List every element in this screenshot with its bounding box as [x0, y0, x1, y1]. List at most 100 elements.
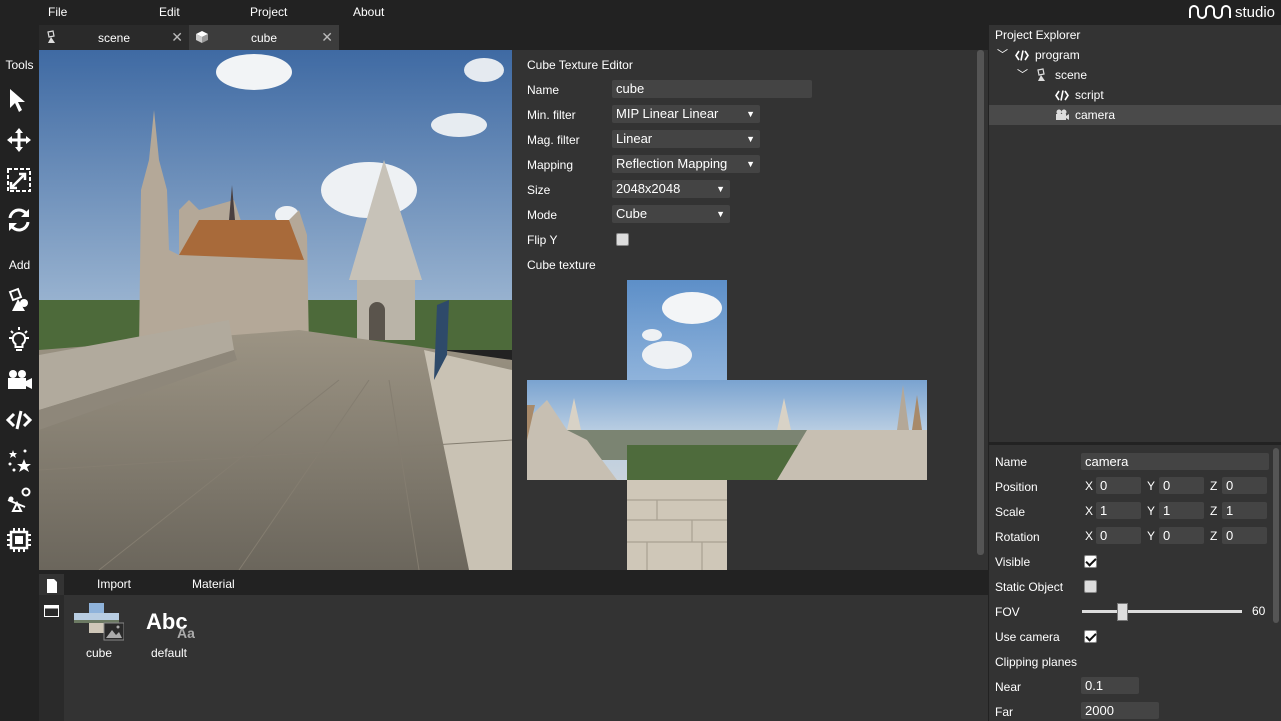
- axis-y-label: Y: [1147, 504, 1156, 518]
- add-light-button[interactable]: [4, 325, 34, 355]
- tree-label: program: [1035, 48, 1080, 62]
- camera-icon: [1056, 109, 1069, 120]
- fov-slider-thumb[interactable]: [1117, 603, 1128, 621]
- near-input[interactable]: 0.1: [1081, 677, 1139, 694]
- min-filter-label: Min. filter: [527, 108, 576, 122]
- chevron-down-icon: ▼: [746, 109, 755, 119]
- name-input[interactable]: cube: [612, 80, 812, 98]
- asset-item-default[interactable]: Abc Aa default: [144, 603, 195, 663]
- axis-z-label: Z: [1210, 504, 1218, 518]
- scale-tool-button[interactable]: [4, 165, 34, 195]
- lightbulb-icon: [9, 327, 29, 351]
- menu-edit[interactable]: Edit: [159, 5, 180, 19]
- tools-heading: Tools: [5, 58, 34, 72]
- chevron-down-icon: ▼: [746, 134, 755, 144]
- asset-label: default: [150, 646, 188, 660]
- position-x-input[interactable]: 0: [1096, 477, 1141, 494]
- tab-label: cube: [250, 30, 278, 45]
- rotation-x-input[interactable]: 0: [1096, 527, 1141, 544]
- chevron-down-icon[interactable]: ﹀: [997, 45, 1008, 65]
- mapping-select[interactable]: Reflection Mapping ▼: [612, 155, 760, 173]
- inspector-scrollbar[interactable]: [1273, 448, 1279, 623]
- window-icon[interactable]: [44, 605, 59, 617]
- static-object-checkbox[interactable]: [1084, 580, 1097, 593]
- mapping-value: Reflection Mapping: [616, 156, 728, 171]
- far-input[interactable]: 2000: [1081, 702, 1159, 719]
- mag-filter-select[interactable]: Linear ▼: [612, 130, 760, 148]
- add-script-button[interactable]: [4, 405, 34, 435]
- size-select[interactable]: 2048x2048 ▼: [612, 180, 730, 198]
- scale-icon: [7, 168, 31, 192]
- object-inspector: Name camera Position X 0 Y 0 Z 0 Scale X…: [989, 445, 1281, 721]
- chevron-down-icon: ▼: [746, 159, 755, 169]
- editor-scrollbar[interactable]: [977, 50, 984, 555]
- close-icon[interactable]: ✕: [321, 29, 333, 46]
- object-name-input[interactable]: camera: [1081, 453, 1269, 470]
- add-particles-button[interactable]: [4, 445, 34, 475]
- assets-tab-import[interactable]: Import: [97, 577, 131, 591]
- menu-file[interactable]: File: [48, 5, 67, 19]
- scale-y-input[interactable]: 1: [1159, 502, 1204, 519]
- move-tool-button[interactable]: [4, 125, 34, 155]
- add-device-button[interactable]: [4, 525, 34, 555]
- position-label: Position: [995, 480, 1038, 494]
- tab-scene[interactable]: scene ✕: [39, 25, 189, 50]
- menu-about[interactable]: About: [353, 5, 384, 19]
- tab-label: scene: [97, 30, 131, 45]
- 3d-viewport[interactable]: [39, 50, 512, 570]
- cube-texture-preview[interactable]: [527, 280, 927, 570]
- assets-tab-bar: Import Material: [39, 570, 988, 595]
- clipping-planes-label: Clipping planes: [995, 655, 1078, 669]
- tree-item-scene[interactable]: ﹀ scene: [989, 65, 1281, 85]
- name-label: Name: [995, 455, 1028, 469]
- assets-tab-material[interactable]: Material: [192, 577, 235, 591]
- cube-texture-thumbnail: [74, 603, 125, 641]
- position-z-input[interactable]: 0: [1222, 477, 1267, 494]
- scale-z-input[interactable]: 1: [1222, 502, 1267, 519]
- add-physics-button[interactable]: [4, 485, 34, 515]
- name-label: Name: [527, 83, 560, 97]
- add-camera-button[interactable]: [4, 365, 34, 395]
- rotate-tool-button[interactable]: [4, 205, 34, 235]
- cube-texture-editor: Cube Texture Editor Name cube Min. filte…: [512, 50, 988, 570]
- code-icon: [5, 410, 33, 430]
- close-icon[interactable]: ✕: [171, 29, 183, 46]
- min-filter-value: MIP Linear Linear: [616, 106, 719, 121]
- far-label: Far: [995, 705, 1013, 719]
- tree-item-camera[interactable]: camera: [989, 105, 1281, 125]
- menu-project[interactable]: Project: [250, 5, 287, 19]
- tree-label: script: [1075, 88, 1104, 102]
- physics-icon: [7, 487, 31, 512]
- axis-x-label: X: [1085, 529, 1094, 543]
- scale-x-input[interactable]: 1: [1096, 502, 1141, 519]
- visible-checkbox[interactable]: [1084, 555, 1097, 568]
- chevron-down-icon: ▼: [716, 184, 725, 194]
- add-heading: Add: [8, 258, 31, 272]
- select-tool-button[interactable]: [4, 85, 34, 115]
- min-filter-select[interactable]: MIP Linear Linear ▼: [612, 105, 760, 123]
- tree-item-program[interactable]: ﹀ program: [989, 45, 1281, 65]
- flip-y-checkbox[interactable]: [616, 233, 629, 246]
- mode-value: Cube: [616, 206, 648, 221]
- size-label: Size: [527, 183, 551, 197]
- tools-sidebar: Tools Add: [0, 50, 39, 721]
- rotation-z-input[interactable]: 0: [1222, 527, 1267, 544]
- scale-label: Scale: [995, 505, 1026, 519]
- chevron-down-icon[interactable]: ﹀: [1017, 65, 1028, 85]
- rotate-icon: [8, 208, 30, 232]
- add-object-button[interactable]: [4, 285, 34, 315]
- editor-title: Cube Texture Editor: [527, 58, 633, 72]
- fov-value: 60: [1252, 604, 1266, 618]
- app-logo: studio: [1188, 2, 1275, 22]
- axis-x-label: X: [1085, 479, 1094, 493]
- fov-slider-track[interactable]: [1082, 610, 1242, 613]
- use-camera-checkbox[interactable]: [1084, 630, 1097, 643]
- assets-all-tab[interactable]: [39, 574, 64, 595]
- mode-select[interactable]: Cube ▼: [612, 205, 730, 223]
- size-value: 2048x2048: [616, 181, 681, 196]
- tree-item-script[interactable]: script: [989, 85, 1281, 105]
- tab-cube[interactable]: cube ✕: [189, 25, 339, 50]
- position-y-input[interactable]: 0: [1159, 477, 1204, 494]
- asset-item-cube[interactable]: cube: [74, 603, 125, 663]
- rotation-y-input[interactable]: 0: [1159, 527, 1204, 544]
